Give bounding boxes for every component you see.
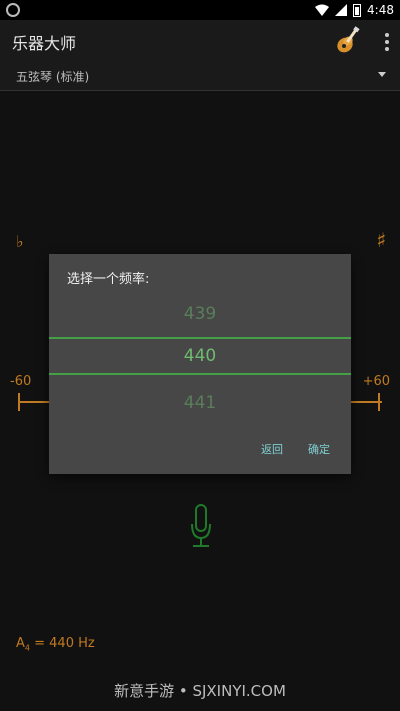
frequency-option-prev[interactable]: 439 [49,304,351,324]
status-bar: 4:48 [0,0,400,20]
dropdown-arrow-icon[interactable] [378,72,386,77]
reference-note: A [16,636,25,651]
meter-min-label: -60 [10,374,32,389]
wifi-icon [315,4,330,16]
instrument-selector[interactable]: 五弦琴 (标准) [0,60,400,91]
watermark-text: 新意手游 • SJXINYI.COM [114,682,286,700]
microphone-icon[interactable] [189,504,213,552]
confirm-button[interactable]: 确定 [308,441,330,457]
sharp-symbol: ♯ [376,228,386,252]
meter-tick-left [18,393,20,411]
frequency-option-selected[interactable]: 440 [49,346,351,366]
meter-max-label: +60 [362,374,390,389]
app-title: 乐器大师 [12,34,77,53]
dialog-title: 选择一个频率: [67,272,150,287]
meter-tick-right [378,393,380,411]
more-options-icon[interactable] [384,32,390,51]
battery-icon [353,3,362,17]
meter-line-left [18,401,50,403]
picker-divider-top [49,337,351,339]
back-button[interactable]: 返回 [261,441,283,457]
reference-frequency[interactable]: A4 = 440 Hz [16,636,95,653]
frequency-dialog: 选择一个频率: 439 440 441 返回 确定 [49,254,351,474]
guitar-icon[interactable] [334,26,362,54]
sync-icon [6,3,20,17]
reference-value: = 440 Hz [30,636,95,651]
picker-divider-bottom [49,373,351,375]
frequency-option-next[interactable]: 441 [49,393,351,413]
signal-icon [335,4,348,16]
flat-symbol: ♭ [16,232,24,251]
app-bar: 乐器大师 [0,20,400,60]
status-time: 4:48 [367,3,394,17]
status-icons: 4:48 [315,2,394,18]
instrument-selected-text: 五弦琴 (标准) [16,70,90,84]
